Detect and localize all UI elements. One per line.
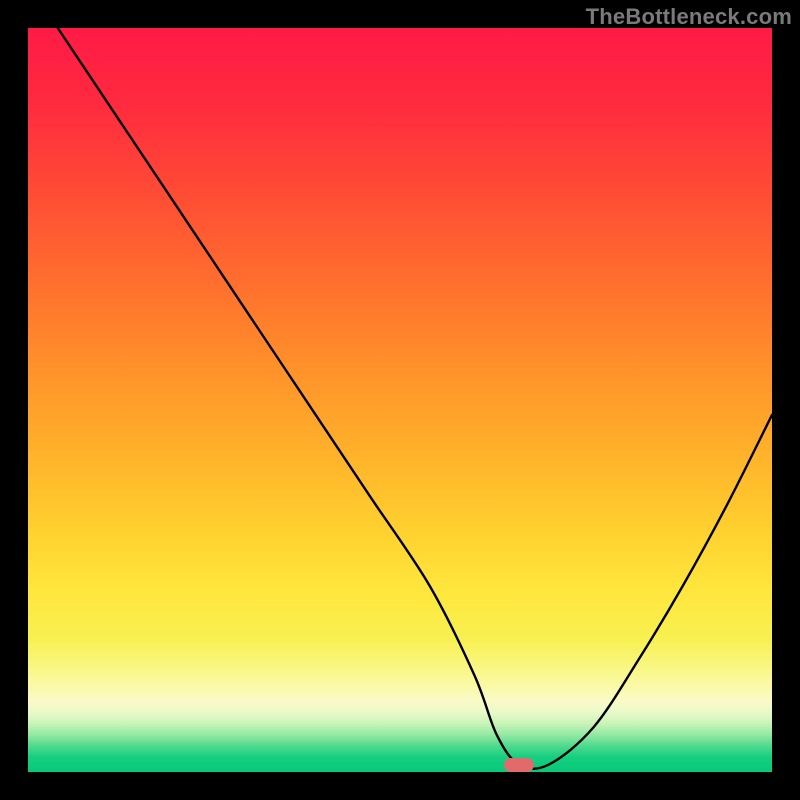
optimal-marker [504,758,534,772]
bottleneck-curve [28,28,772,772]
watermark-text: TheBottleneck.com [586,4,792,30]
chart-frame: TheBottleneck.com [0,0,800,800]
plot-area [28,28,772,772]
